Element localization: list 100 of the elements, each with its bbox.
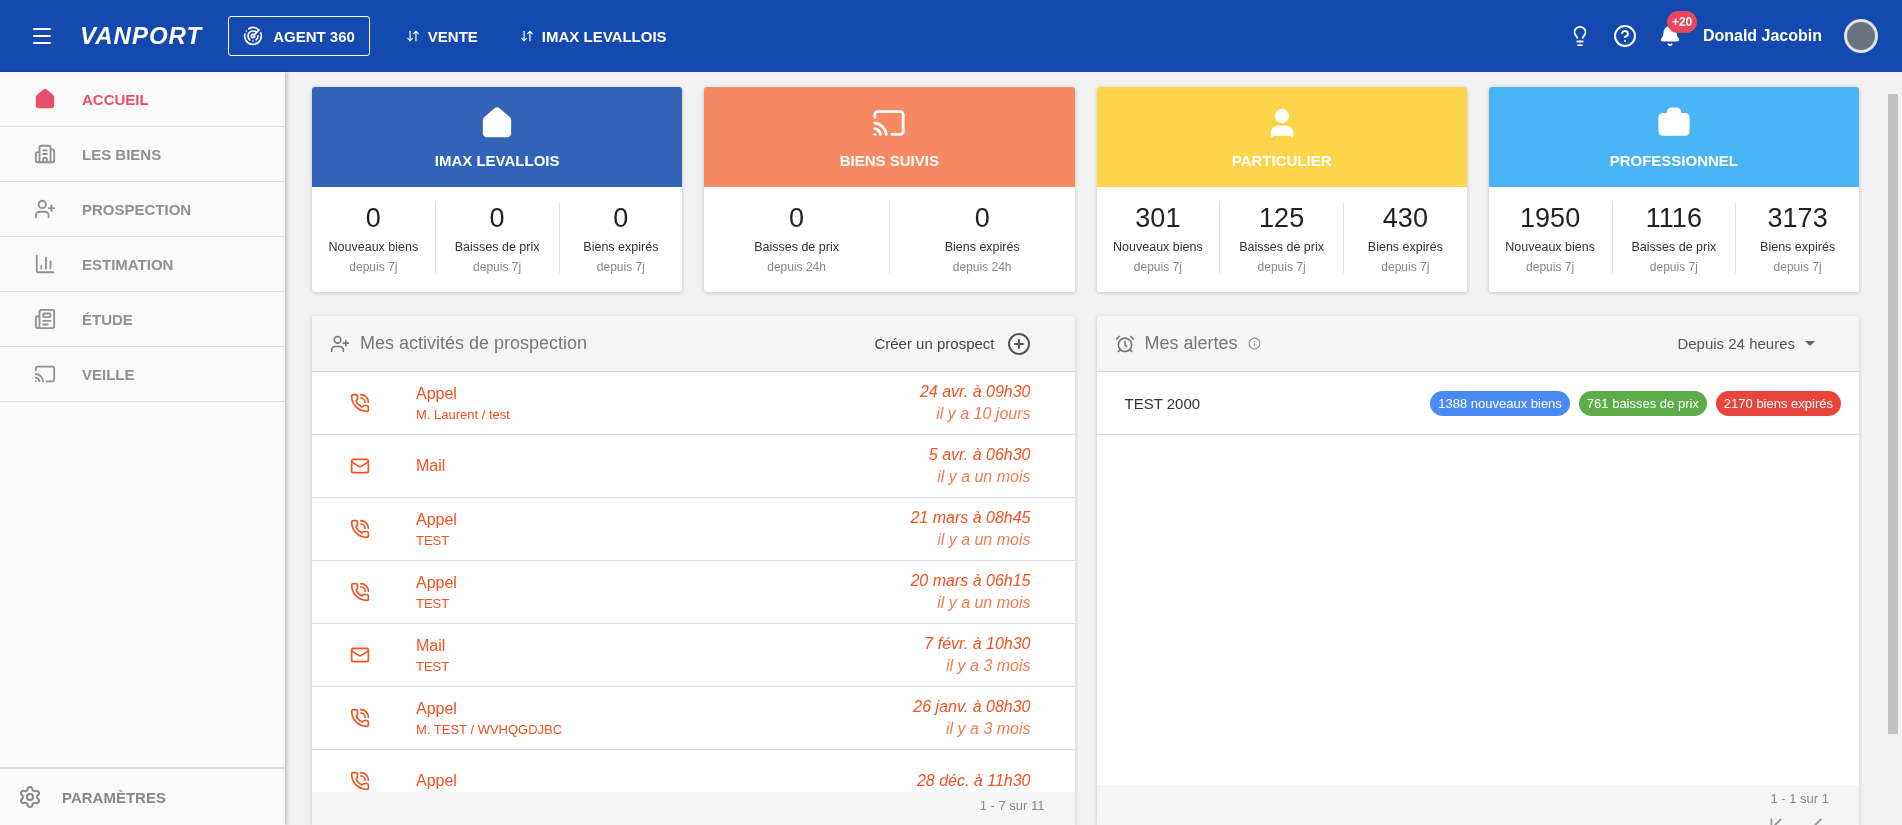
activity-type: Appel	[416, 573, 458, 592]
panel-title: Mes activités de prospection	[360, 333, 588, 354]
stat-label: Nouveaux biens	[328, 240, 419, 254]
notification-badge: +20	[1666, 11, 1698, 33]
radar-icon	[243, 26, 264, 46]
activity-ago: il y a un mois	[937, 468, 1031, 486]
stat-period: depuis 7j	[1649, 260, 1698, 274]
phone-icon	[350, 519, 370, 539]
activity-row[interactable]: Appel TEST 21 mars à 08h45 il y a un mois	[312, 498, 1075, 561]
stat-value: 0	[489, 203, 505, 234]
nav-link[interactable]: IMAX LEVALLOIS	[513, 26, 673, 46]
card-title: BIENS SUIVIS	[839, 151, 939, 169]
activity-row[interactable]: Appel M. Laurent / test 24 avr. à 09h30 il y a 10 jours	[312, 372, 1075, 435]
activity-type: Mail	[416, 636, 447, 655]
activity-row[interactable]: Appel M. TEST / WVHQGDJBC 26 janv. à 08h30 il y a 3 mois	[312, 687, 1075, 750]
activity-date: 21 mars à 08h45	[910, 509, 1031, 527]
activity-ago: il y a un mois	[937, 531, 1031, 549]
activity-date: 20 mars à 06h15	[910, 572, 1031, 590]
stat-label: Baisses de prix	[1239, 240, 1324, 254]
phone-icon	[350, 708, 370, 728]
settings-icon	[18, 785, 42, 809]
person-add-icon	[34, 198, 56, 220]
period-dropdown[interactable]: Depuis 24 heures	[1671, 334, 1821, 353]
alert-name: TEST 2000	[1124, 394, 1202, 412]
agent-button[interactable]: AGENT 360	[228, 16, 370, 56]
phone-icon	[350, 393, 370, 413]
document-icon	[34, 308, 56, 330]
stat-period: depuis 24h	[767, 260, 826, 274]
activity-contact: M. TEST / WVHQGDJBC	[416, 721, 564, 737]
phone-icon	[350, 582, 370, 602]
stat-value: 0	[974, 203, 990, 234]
activity-ago: il y a 3 mois	[946, 657, 1031, 675]
sidebar-item[interactable]: PROSPECTION	[0, 182, 285, 237]
stat-label: Biens expirés	[1760, 240, 1836, 254]
card-title: IMAX LEVALLOIS	[434, 151, 560, 169]
chart-icon	[34, 253, 56, 275]
alert-tag: 1388 nouveaux biens	[1430, 390, 1570, 416]
activity-ago: il y a un mois	[937, 594, 1031, 612]
stat-label: Biens expirés	[583, 240, 659, 254]
nav-link[interactable]: VENTE	[399, 26, 484, 46]
activity-date: 5 avr. à 06h30	[928, 446, 1031, 464]
activity-type: Appel	[416, 510, 458, 529]
activity-contact: M. Laurent / test	[416, 406, 511, 422]
activity-contact: TEST	[416, 658, 451, 674]
activity-type: Appel	[416, 699, 458, 718]
stat-period: depuis 7j	[1773, 260, 1822, 274]
stat-period: depuis 7j	[473, 260, 522, 274]
stat-period: depuis 7j	[1526, 260, 1575, 274]
stat-period: depuis 7j	[349, 260, 398, 274]
stat-value: 125	[1259, 203, 1305, 234]
person-add-icon	[330, 333, 350, 354]
sidebar-item[interactable]: ESTIMATION	[0, 237, 285, 292]
stat-value: 1950	[1520, 203, 1581, 234]
activity-row[interactable]: Appel TEST 20 mars à 06h15 il y a un mois	[312, 561, 1075, 624]
activity-contact: TEST	[416, 532, 451, 548]
card-title: PROFESSIONNEL	[1609, 151, 1739, 169]
stat-period: depuis 24h	[952, 260, 1012, 274]
stat-label: Nouveaux biens	[1113, 240, 1203, 254]
stat-label: Baisses de prix	[754, 240, 839, 254]
activity-date: 24 avr. à 09h30	[919, 383, 1031, 401]
user-name: Donald Jacobin	[1702, 27, 1822, 45]
stat-value: 0	[365, 203, 381, 234]
sidebar-item[interactable]: ÉTUDE	[0, 292, 285, 347]
info-icon[interactable]	[1247, 337, 1261, 350]
create-prospect-button[interactable]: Créer un prospect	[868, 330, 1037, 357]
phone-icon	[350, 771, 370, 791]
activity-date: 28 déc. à 11h30	[916, 772, 1031, 790]
sidebar-item[interactable]: ACCUEIL	[0, 72, 285, 127]
alarm-clock-icon	[1114, 333, 1135, 354]
sidebar-item[interactable]: VEILLE	[0, 347, 285, 402]
stat-label: Biens expirés	[944, 240, 1020, 254]
alert-row[interactable]: TEST 2000 1388 nouveaux biens 761 baisses de prix 2170 biens expirés	[1096, 372, 1859, 435]
cast-icon	[34, 363, 56, 385]
stat-value: 430	[1382, 203, 1428, 234]
card-title: PARTICULIER	[1231, 151, 1332, 169]
stat-period: depuis 7j	[1257, 260, 1306, 274]
activity-row[interactable]: Mail TEST 7 févr. à 10h30 il y a 3 mois	[312, 624, 1075, 687]
stat-period: depuis 7j	[1381, 260, 1430, 274]
stat-value: 1116	[1645, 203, 1702, 234]
building-icon	[34, 143, 56, 165]
stat-period: depuis 7j	[596, 260, 645, 274]
mail-icon	[350, 645, 370, 665]
activity-type: Appel	[416, 384, 458, 403]
stat-value: 0	[789, 203, 805, 234]
avatar[interactable]	[1844, 19, 1878, 53]
logo: VANPORT	[80, 22, 203, 50]
activity-row[interactable]: Mail 5 avr. à 06h30 il y a un mois	[312, 435, 1075, 498]
activity-ago: il y a 10 jours	[936, 405, 1031, 423]
stat-label: Biens expirés	[1367, 240, 1443, 254]
activity-type: Mail	[416, 457, 447, 475]
activity-date: 7 févr. à 10h30	[924, 635, 1031, 653]
settings-link[interactable]: PARAMÈTRES	[0, 767, 285, 825]
pagination-text: 1 - 1 sur 1	[1770, 791, 1829, 806]
swap-icon	[519, 29, 534, 43]
activity-contact: TEST	[416, 595, 451, 611]
help-icon[interactable]	[1612, 24, 1637, 48]
sidebar-item[interactable]: LES BIENS	[0, 127, 285, 182]
stat-value: 3173	[1767, 203, 1828, 234]
pagination-text: 1 - 7 sur 11	[979, 798, 1045, 813]
stat-value: 0	[613, 203, 629, 234]
